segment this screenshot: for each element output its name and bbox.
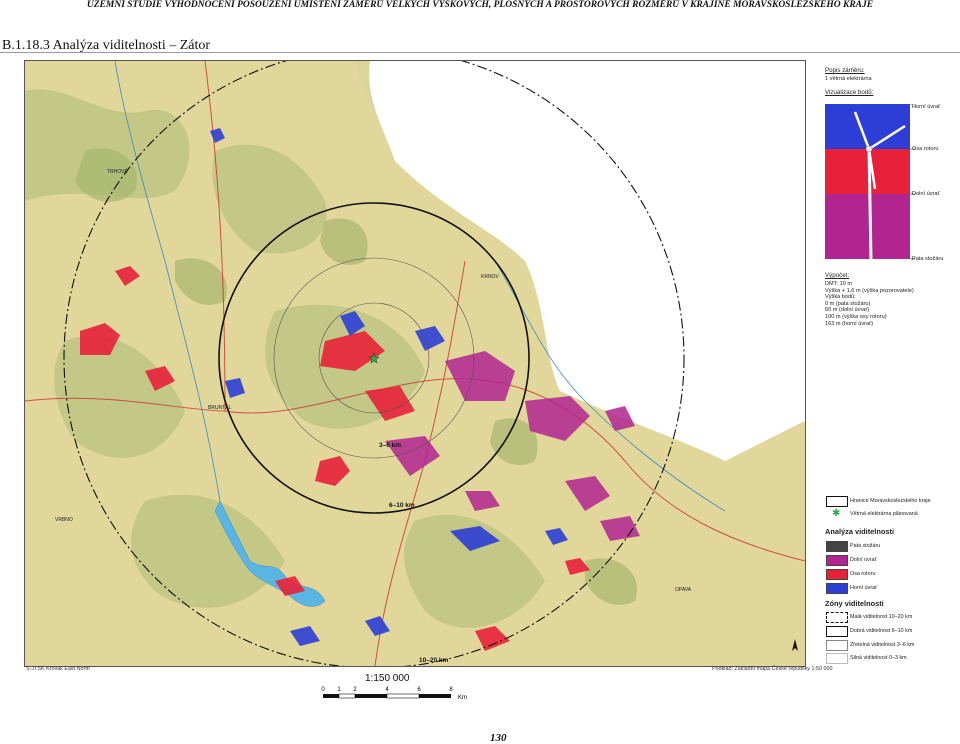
town-label: KRNOV: [481, 274, 499, 280]
scale-ratio: 1:150 000: [365, 673, 410, 684]
zone-swatch: [826, 612, 848, 623]
town-label: TRHOVÉ: [107, 168, 129, 175]
zone-label: Malá viditelnost 10–20 km: [850, 614, 913, 620]
map-canvas: 3–6 km 6–10 km 10–20 km KRNOV OPAVA BRUN…: [25, 61, 805, 666]
map-legend: Popis záměru: 1 větrná elektrárna Vizual…: [820, 60, 960, 665]
turbine-plan-icon: ✱: [832, 508, 841, 519]
legend-vypocet-lines: DMT: 10 m Výška + 1,6 m (výška pozorovat…: [825, 281, 914, 327]
scale-tick: 1: [337, 687, 341, 693]
legend-popis-value: 1 větrná elektrárna: [825, 76, 872, 82]
scale-unit: Km: [458, 695, 467, 700]
turbine-label-top: Horní úvrať: [912, 104, 941, 110]
analysis-title: Analýza viditelnosti: [825, 527, 894, 536]
visibility-map: 3–6 km 6–10 km 10–20 km KRNOV OPAVA BRUN…: [24, 60, 806, 667]
zones-title: Zóny viditelnosti: [825, 599, 884, 608]
analysis-swatch: [826, 541, 848, 552]
page-number: 130: [490, 732, 507, 744]
legend-vizualizace-label: Vizualizace bodů:: [825, 89, 874, 96]
legend-popis-label: Popis záměru:: [825, 67, 865, 74]
zone-label: Silná viditelnost 0–3 km: [850, 655, 907, 661]
scale-tick: 4: [385, 687, 389, 693]
scale-tick: 8: [449, 687, 453, 693]
zone-label-far: 10–20 km: [419, 657, 448, 664]
scale-tick: 0: [321, 687, 325, 693]
analysis-swatch: [826, 569, 848, 580]
turbine-label-bottom: Dolní úvrať: [912, 191, 940, 197]
boundary-label: Hranice Moravskoslezského kraje: [850, 498, 931, 504]
analysis-swatch: [826, 555, 848, 566]
zone-label: Dobrá viditelnost 6–10 km: [850, 628, 913, 634]
turbine-hub: [865, 145, 873, 153]
scale-tick: 2: [353, 687, 357, 693]
legend-vypocet-label: Výpočet:: [825, 272, 850, 279]
document-header: ÚZEMNÍ STUDIE VYHODNOCENÍ POSOUZENÍ UMÍS…: [86, 0, 874, 10]
zone-swatch: [826, 626, 848, 637]
title-rule: [0, 52, 960, 53]
town-label: BRUNTÁL: [208, 404, 232, 411]
analysis-label: Dolní úvrať: [850, 557, 877, 563]
town-label: VRBNO: [55, 517, 73, 523]
boundary-swatch: [826, 496, 848, 507]
zone-label-outer: 6–10 km: [389, 502, 415, 509]
scale-bar: 0 1 2 4 6 8 Km: [321, 687, 467, 700]
analysis-swatch: [826, 583, 848, 594]
zone-swatch: [826, 640, 848, 651]
zone-swatch: [826, 653, 848, 664]
turbine-diagram: [825, 104, 915, 260]
zone-label: Zřetelná viditelnost 3–6 km: [850, 642, 915, 648]
zone-label-inner: 3–6 km: [379, 442, 401, 449]
source-label: Podklad: Základní mapa České republiky 1…: [712, 666, 833, 672]
analysis-label: Pata stožáru: [850, 543, 881, 549]
turbine-label-base: Pata stožáru: [912, 256, 944, 262]
crs-label: S-JTSK Krovak East North: [26, 666, 90, 672]
analysis-label: Osa rotoru: [850, 571, 876, 577]
turbine-label-axis: Osa rotoru: [912, 146, 939, 152]
town-label: OPAVA: [675, 587, 692, 593]
turbine-plan-label: Větrná elektrárna plánovaná: [850, 511, 918, 517]
analysis-label: Horní úvrať: [850, 585, 878, 591]
scale-tick: 6: [417, 687, 421, 693]
